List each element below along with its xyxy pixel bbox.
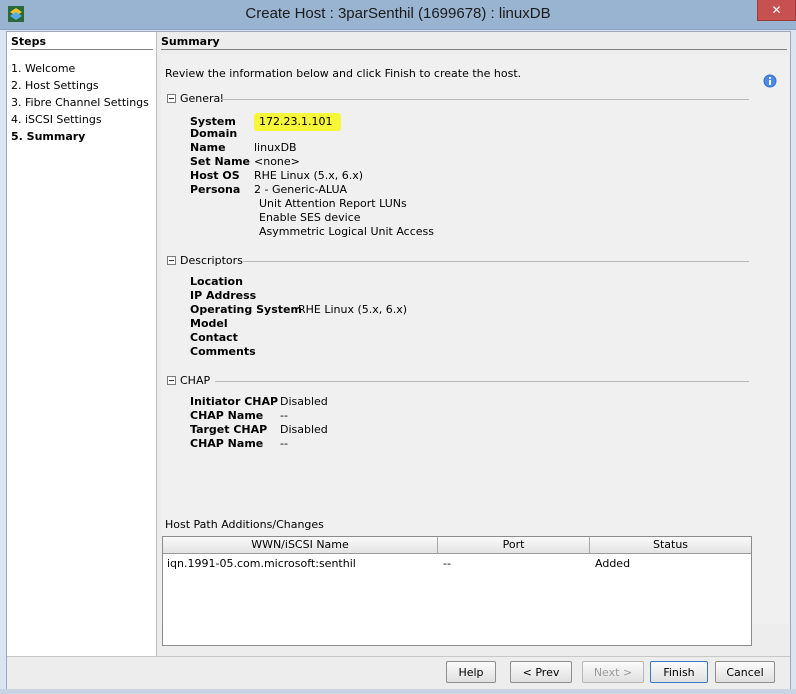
finish-button[interactable]: Finish bbox=[650, 661, 708, 683]
step-host-settings[interactable]: 2. Host Settings bbox=[11, 79, 99, 92]
host-path-table: WWN/iSCSI Name Port Status iqn.1991-05.c… bbox=[162, 536, 752, 646]
field-operating-system: Operating SystemRHE Linux (5.x, 6.x) bbox=[190, 303, 408, 316]
field-contact: Contact bbox=[190, 331, 238, 344]
close-icon: ✕ bbox=[771, 3, 782, 17]
step-summary[interactable]: 5. Summary bbox=[11, 130, 85, 143]
persona-option: Unit Attention Report LUNs bbox=[259, 197, 407, 210]
step-fibre-channel-settings[interactable]: 3. Fibre Channel Settings bbox=[11, 96, 149, 109]
column-header-status[interactable]: Status bbox=[590, 537, 751, 554]
steps-panel: Steps 1. Welcome 2. Host Settings 3. Fib… bbox=[7, 32, 157, 656]
close-button[interactable]: ✕ bbox=[757, 0, 796, 21]
table-header: WWN/iSCSI Name Port Status bbox=[163, 537, 751, 554]
dialog-body: Steps 1. Welcome 2. Host Settings 3. Fib… bbox=[6, 31, 791, 689]
descriptors-title: Descriptors bbox=[180, 254, 243, 267]
persona-option: Enable SES device bbox=[259, 211, 361, 224]
field-target-chap: Target CHAP Disabled bbox=[190, 423, 328, 436]
cell-port: -- bbox=[443, 557, 451, 570]
chap-title: CHAP bbox=[180, 374, 211, 387]
window-bottom-edge bbox=[0, 689, 796, 694]
steps-title: Steps bbox=[11, 35, 153, 50]
host-path-label: Host Path Additions/Changes bbox=[165, 518, 324, 531]
field-set-name: Set Name <none> bbox=[190, 155, 300, 168]
field-name: Name linuxDB bbox=[190, 141, 297, 154]
field-ip-address: IP Address bbox=[190, 289, 257, 302]
field-domain: Domain bbox=[190, 127, 238, 140]
title-bar: Create Host : 3parSenthil (1699678) : li… bbox=[0, 0, 796, 30]
cell-status: Added bbox=[595, 557, 631, 570]
help-button[interactable]: Help bbox=[446, 661, 496, 683]
field-system: System 172.23.1.101 bbox=[190, 113, 342, 131]
field-target-chap-name: CHAP Name -- bbox=[190, 437, 288, 450]
general-title: General bbox=[180, 92, 224, 105]
collapse-toggle-icon[interactable] bbox=[167, 376, 176, 385]
divider bbox=[243, 261, 749, 262]
general-section: General bbox=[167, 92, 749, 106]
window-title: Create Host : 3parSenthil (1699678) : li… bbox=[245, 5, 551, 22]
intro-text: Review the information below and click F… bbox=[165, 67, 522, 80]
column-header-wwn[interactable]: WWN/iSCSI Name bbox=[163, 537, 438, 554]
descriptors-section: Descriptors bbox=[167, 254, 749, 268]
collapse-toggle-icon[interactable] bbox=[167, 94, 176, 103]
prev-button[interactable]: < Prev bbox=[510, 661, 572, 683]
info-icon[interactable] bbox=[763, 74, 777, 88]
summary-content: Review the information below and click F… bbox=[161, 54, 789, 646]
field-persona: Persona 2 - Generic-ALUA bbox=[190, 183, 348, 196]
divider bbox=[221, 99, 749, 100]
system-value: 172.23.1.101 bbox=[254, 113, 342, 131]
cancel-button[interactable]: Cancel bbox=[715, 661, 775, 683]
field-initiator-chap-name: CHAP Name -- bbox=[190, 409, 288, 422]
cell-wwn: iqn.1991-05.com.microsoft:senthil bbox=[167, 557, 356, 570]
field-location: Location bbox=[190, 275, 243, 288]
next-button[interactable]: Next > bbox=[582, 661, 644, 683]
field-comments: Comments bbox=[190, 345, 256, 358]
chap-section: CHAP bbox=[167, 374, 749, 388]
column-header-port[interactable]: Port bbox=[438, 537, 590, 554]
summary-header: Summary bbox=[161, 35, 787, 50]
collapse-toggle-icon[interactable] bbox=[167, 256, 176, 265]
divider bbox=[215, 381, 749, 382]
persona-option: Asymmetric Logical Unit Access bbox=[259, 225, 434, 238]
step-iscsi-settings[interactable]: 4. iSCSI Settings bbox=[11, 113, 102, 126]
button-bar: Help < Prev Next > Finish Cancel bbox=[7, 656, 790, 689]
step-welcome[interactable]: 1. Welcome bbox=[11, 62, 75, 75]
field-host-os: Host OS RHE Linux (5.x, 6.x) bbox=[190, 169, 364, 182]
field-model: Model bbox=[190, 317, 228, 330]
field-initiator-chap: Initiator CHAP Disabled bbox=[190, 395, 328, 408]
